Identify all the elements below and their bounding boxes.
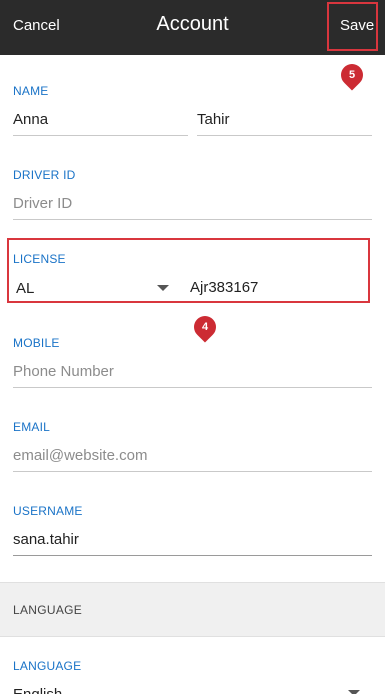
chevron-down-icon[interactable]	[157, 285, 169, 291]
language-select[interactable]: English	[13, 686, 62, 694]
annotation-marker-save: 5	[336, 59, 368, 91]
language-label: LANGUAGE	[13, 659, 82, 673]
driver-id-field[interactable]: Driver ID	[13, 195, 72, 212]
name-label: NAME	[13, 84, 49, 98]
language-section-header: LANGUAGE	[0, 582, 385, 637]
annotation-number: 4	[201, 321, 209, 333]
driver-id-underline	[13, 219, 372, 220]
mobile-label: MOBILE	[13, 336, 60, 350]
annotation-number: 5	[348, 69, 356, 81]
email-label: EMAIL	[13, 420, 51, 434]
mobile-underline	[13, 387, 372, 388]
username-underline	[13, 555, 372, 556]
annotation-marker-license: 4	[189, 311, 221, 343]
first-name-field[interactable]: Anna	[13, 111, 48, 128]
mobile-field[interactable]: Phone Number	[13, 363, 114, 380]
section-title: LANGUAGE	[13, 603, 83, 617]
last-name-field[interactable]: Tahir	[197, 111, 230, 128]
license-label: LICENSE	[13, 252, 66, 266]
email-underline	[13, 471, 372, 472]
email-field[interactable]: email@website.com	[13, 447, 147, 464]
cancel-button[interactable]: Cancel	[13, 17, 60, 34]
license-state-select[interactable]: AL	[16, 280, 34, 297]
save-button[interactable]: Save	[340, 17, 374, 34]
last-name-underline	[197, 135, 372, 136]
top-bar: Cancel Account Save	[0, 0, 385, 55]
license-number-field[interactable]: Ajr383167	[190, 279, 258, 296]
username-label: USERNAME	[13, 504, 83, 518]
chevron-down-icon[interactable]	[348, 690, 360, 694]
username-field[interactable]: sana.tahir	[13, 531, 79, 548]
first-name-underline	[13, 135, 188, 136]
license-highlight-box	[7, 238, 370, 303]
driver-id-label: DRIVER ID	[13, 168, 76, 182]
